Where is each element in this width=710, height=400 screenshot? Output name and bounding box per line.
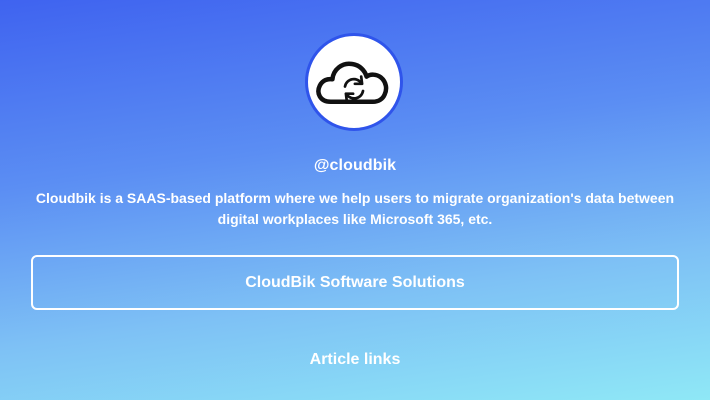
- profile-bio: Cloudbik is a SAAS-based platform where …: [35, 190, 675, 227]
- avatar: [305, 33, 403, 131]
- section-title-article-links: Article links: [309, 351, 401, 368]
- profile-page: @cloudbik Cloudbik is a SAAS-based platf…: [0, 0, 710, 400]
- cloud-sync-icon: [316, 61, 389, 105]
- profile-handle: @cloudbik: [313, 157, 397, 174]
- link-button-cloudbik-software-solutions[interactable]: CloudBik Software Solutions: [31, 255, 679, 310]
